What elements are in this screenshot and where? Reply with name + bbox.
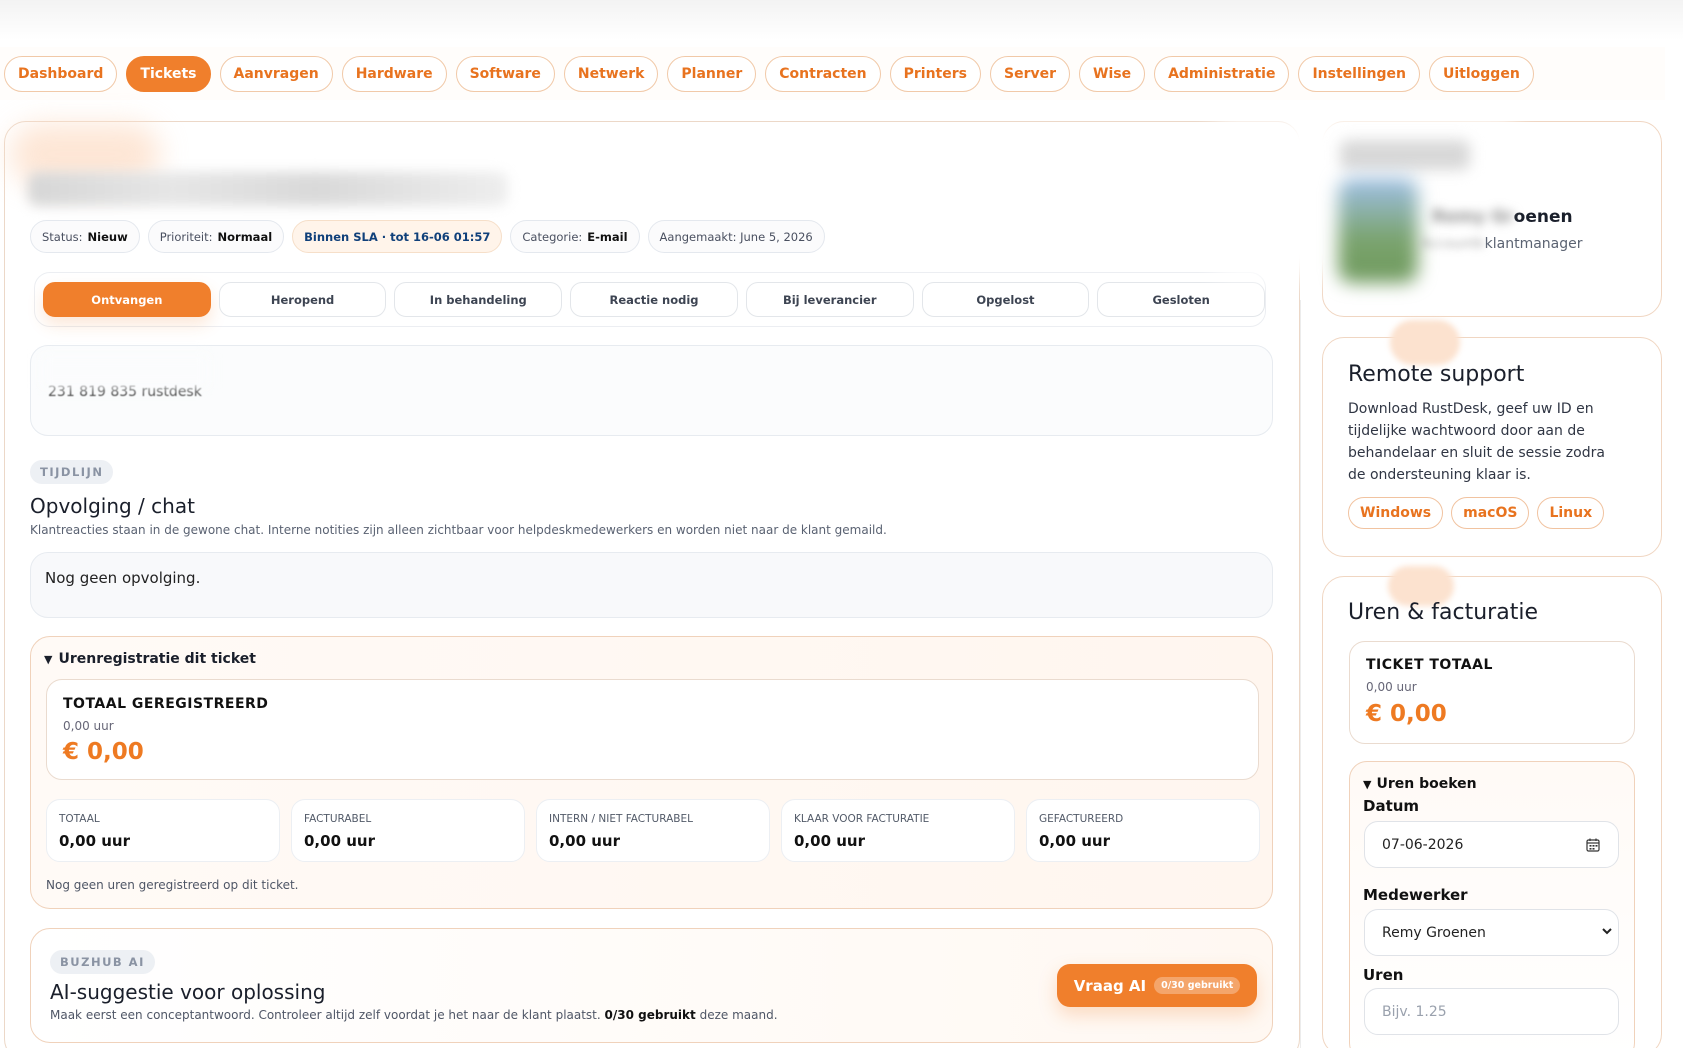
employee-label: Medewerker <box>1363 886 1468 904</box>
ticket-total-title: TICKET TOTAAL <box>1366 657 1493 673</box>
nav-netwerk[interactable]: Netwerk <box>563 55 659 92</box>
nav-aanvragen[interactable]: Aanvragen <box>219 55 333 92</box>
status-opgelost[interactable]: Opgelost <box>921 282 1090 317</box>
hours-label: Uren <box>1363 966 1404 984</box>
ticket-meta: Status: Nieuw Prioriteit: Normaal Binnen S… <box>30 220 825 253</box>
date-label: Datum <box>1363 797 1420 815</box>
download-buttons: Windows macOS Linux <box>1348 497 1605 529</box>
chat-empty-text: Nog geen opvolging. <box>45 569 201 587</box>
ticket-total-card: TICKET TOTAAL 0,00 uur € 0,00 <box>1349 641 1635 744</box>
employee-select[interactable]: Remy Groenen <box>1364 909 1619 956</box>
hours-empty-text: Nog geen uren geregistreerd op dit ticke… <box>46 878 299 892</box>
status-heropend[interactable]: Heropend <box>218 282 387 317</box>
created-chip: Aangemaakt: June 5, 2026 <box>647 220 825 253</box>
hours-input[interactable]: Bijv. 1.25 <box>1364 988 1619 1035</box>
billing-title: Uren & facturatie <box>1348 600 1538 625</box>
triangle-down-icon: ▼ <box>1363 778 1372 791</box>
timeline-title: Opvolging / chat <box>30 494 195 518</box>
ticket-description-box <box>30 345 1273 436</box>
ai-tag: BUZHUB AI <box>50 950 155 974</box>
status-reactie-nodig[interactable]: Reactie nodig <box>570 282 738 317</box>
stat-card: FACTURABEL 0,00 uur <box>291 799 525 862</box>
ask-ai-button[interactable]: Vraag AI 0/30 gebruikt <box>1057 964 1257 1007</box>
status-chip: Status: Nieuw <box>30 220 140 253</box>
status-ontvangen[interactable]: Ontvangen <box>43 282 211 317</box>
hours-summary-toggle[interactable]: ▼ Urenregistratie dit ticket <box>44 651 256 667</box>
download-macos-button[interactable]: macOS <box>1451 497 1530 529</box>
sla-chip: Binnen SLA · tot 16-06 01:57 <box>292 220 503 253</box>
priority-chip: Prioriteit: Normaal <box>147 220 285 253</box>
remote-text: Download RustDesk, geef uw ID en tijdeli… <box>1348 401 1605 483</box>
hours-stats: TOTAAL 0,00 uur FACTURABEL 0,00 uur INTERN… <box>46 799 1260 862</box>
ai-usage-badge: 0/30 gebruikt <box>1154 977 1241 994</box>
stat-card: KLAAR VOOR FACTURATIE 0,00 uur <box>781 799 1015 862</box>
status-bij-leverancier[interactable]: Bij leverancier <box>745 282 914 317</box>
chat-box <box>30 552 1273 618</box>
decor-glow <box>1390 320 1460 365</box>
chevron-down-icon <box>1602 928 1612 935</box>
book-hours-toggle[interactable]: ▼ Uren boeken <box>1363 776 1477 792</box>
download-linux-button[interactable]: Linux <box>1537 497 1605 529</box>
timeline-subtitle: Klantreacties staan in de gewone chat. I… <box>30 523 887 537</box>
top-fade <box>0 0 1683 40</box>
nav-dashboard[interactable]: Dashboard <box>4 55 118 92</box>
column-divider <box>1300 300 1301 1048</box>
nav-tickets[interactable]: Tickets <box>126 55 211 92</box>
nav-planner[interactable]: Planner <box>667 55 757 92</box>
nav-server[interactable]: Server <box>989 55 1070 92</box>
stat-card: TOTAAL 0,00 uur <box>46 799 280 862</box>
nav-hardware[interactable]: Hardware <box>341 55 447 92</box>
main-nav: Dashboard Tickets Aanvragen Hardware Sof… <box>0 47 1665 100</box>
hours-total-hours: 0,00 uur <box>63 719 114 733</box>
description-fade <box>40 354 210 388</box>
hours-total-amount: € 0,00 <box>63 739 144 765</box>
nav-instellingen[interactable]: Instellingen <box>1298 55 1420 92</box>
profile-name: Remy Groenen <box>1432 207 1573 227</box>
category-chip: Categorie: E-mail <box>510 220 640 253</box>
status-selector: Ontvangen Heropend In behandeling Reacti… <box>34 272 1266 327</box>
ai-title: AI-suggestie voor oplossing <box>50 980 326 1004</box>
nav-printers[interactable]: Printers <box>889 55 981 92</box>
remote-title: Remote support <box>1348 362 1525 387</box>
nav-software[interactable]: Software <box>455 55 555 92</box>
avatar <box>1338 178 1418 283</box>
ticket-total-amount: € 0,00 <box>1366 701 1447 727</box>
nav-wise[interactable]: Wise <box>1079 55 1146 92</box>
stat-card: GEFACTUREERD 0,00 uur <box>1026 799 1260 862</box>
ai-text: Maak eerst een conceptantwoord. Controle… <box>50 1008 778 1022</box>
triangle-down-icon: ▼ <box>44 653 53 666</box>
stat-card: INTERN / NIET FACTURABEL 0,00 uur <box>536 799 770 862</box>
nav-uitloggen[interactable]: Uitloggen <box>1429 55 1534 92</box>
status-in-behandeling[interactable]: In behandeling <box>394 282 563 317</box>
hours-total-title: TOTAAL GEREGISTREERD <box>63 696 269 712</box>
ticket-total-hours: 0,00 uur <box>1366 680 1417 694</box>
date-input[interactable]: 07-06-2026 <box>1364 821 1619 868</box>
status-gesloten[interactable]: Gesloten <box>1097 282 1266 317</box>
hours-total-card: TOTAAL GEREGISTREERD 0,00 uur € 0,00 <box>46 679 1259 780</box>
timeline-tag: TIJDLIJN <box>30 460 114 484</box>
nav-administratie[interactable]: Administratie <box>1154 55 1290 92</box>
ticket-title-redacted <box>28 172 508 206</box>
download-windows-button[interactable]: Windows <box>1348 497 1444 529</box>
calendar-icon[interactable] <box>1586 838 1600 852</box>
profile-role: Accountkklantmanager <box>1420 236 1583 252</box>
nav-contracten[interactable]: Contracten <box>765 55 881 92</box>
profile-heading-redacted <box>1340 140 1470 170</box>
